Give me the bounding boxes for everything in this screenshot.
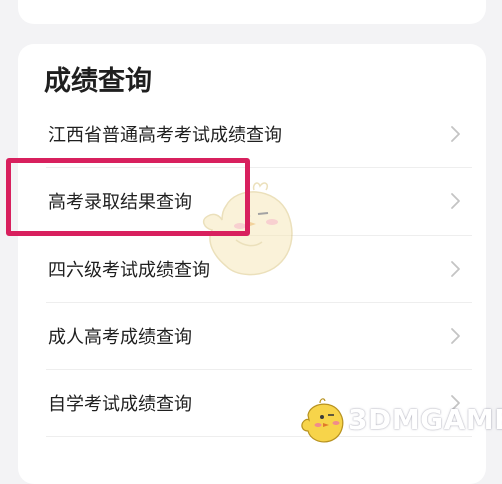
3dmgame-logo-icon	[301, 398, 344, 443]
watermark-text: 3DMGAME	[348, 403, 502, 436]
menu-item-label: 成人高考成绩查询	[48, 327, 192, 348]
menu-item-label: 自学考试成绩查询	[48, 394, 192, 415]
menu-item-label: 四六级考试成绩查询	[48, 260, 210, 281]
chevron-right-icon	[451, 126, 460, 142]
menu-item-adult-gaokao-score[interactable]: 成人高考成绩查询	[28, 304, 480, 368]
chevron-right-icon	[451, 328, 460, 344]
highlight-frame	[6, 158, 250, 236]
menu-item-jiangxi-gaokao-score[interactable]: 江西省普通高考考试成绩查询	[28, 102, 480, 166]
divider	[46, 369, 472, 370]
divider	[46, 302, 472, 303]
top-card	[18, 0, 486, 24]
watermark: 3DMGAME	[298, 393, 502, 447]
section-title: 成绩查询	[44, 66, 152, 97]
menu-item-label: 江西省普通高考考试成绩查询	[48, 125, 282, 146]
chevron-right-icon	[451, 193, 460, 209]
chevron-right-icon	[451, 261, 460, 277]
